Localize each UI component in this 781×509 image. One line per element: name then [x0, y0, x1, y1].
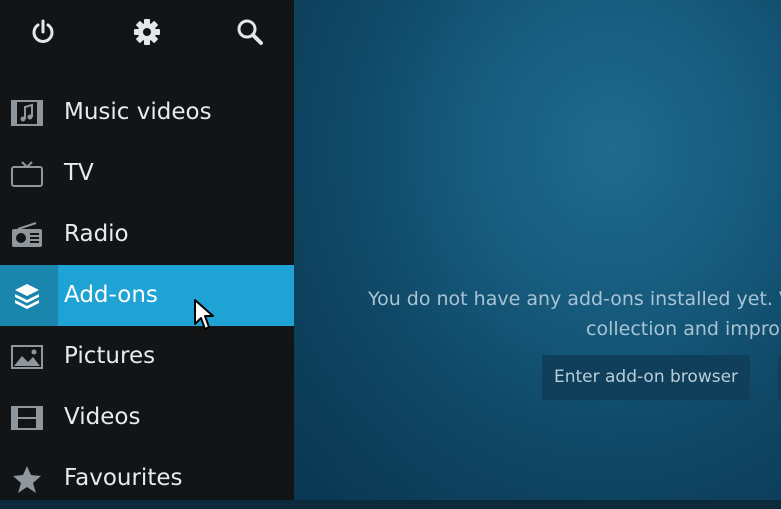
power-icon — [32, 19, 54, 43]
addons-box-icon — [8, 277, 46, 315]
menu-item-label: Videos — [64, 404, 141, 430]
enter-addon-browser-button[interactable]: Enter add-on browser — [542, 355, 750, 400]
empty-message-line2: collection and improv — [586, 318, 781, 340]
menu-item-label: Pictures — [64, 343, 156, 369]
menu-item-music-videos[interactable]: Music videos — [0, 82, 294, 143]
menu-item-radio[interactable]: Radio — [0, 204, 294, 265]
gear-icon — [134, 19, 160, 45]
search-button[interactable] — [228, 10, 272, 54]
menu-item-pictures[interactable]: Pictures — [0, 326, 294, 387]
menu-item-videos[interactable]: Videos — [0, 387, 294, 448]
mouse-cursor-icon — [194, 299, 214, 330]
menu-item-label: Music videos — [64, 99, 212, 125]
menu-item-label: Radio — [64, 221, 129, 247]
menu-item-label: Add-ons — [64, 282, 158, 308]
search-icon — [237, 19, 263, 45]
empty-message-line1: You do not have any add-ons installed ye… — [368, 288, 781, 310]
menu-item-tv[interactable]: TV — [0, 143, 294, 204]
settings-button[interactable] — [125, 10, 169, 54]
film-icon — [8, 399, 46, 437]
music-video-icon — [8, 94, 46, 132]
menu-item-label: TV — [64, 160, 94, 186]
menu-item-add-ons[interactable]: Add-ons — [0, 265, 294, 326]
star-icon — [8, 460, 46, 498]
tv-icon — [8, 155, 46, 193]
sidebar: Music videos TV Radio Add-ons Pictures V… — [0, 0, 294, 500]
radio-icon — [8, 216, 46, 254]
top-toolbar — [0, 0, 294, 62]
picture-icon — [8, 338, 46, 376]
addons-content-panel: You do not have any add-ons installed ye… — [294, 0, 781, 500]
power-button[interactable] — [21, 10, 65, 54]
